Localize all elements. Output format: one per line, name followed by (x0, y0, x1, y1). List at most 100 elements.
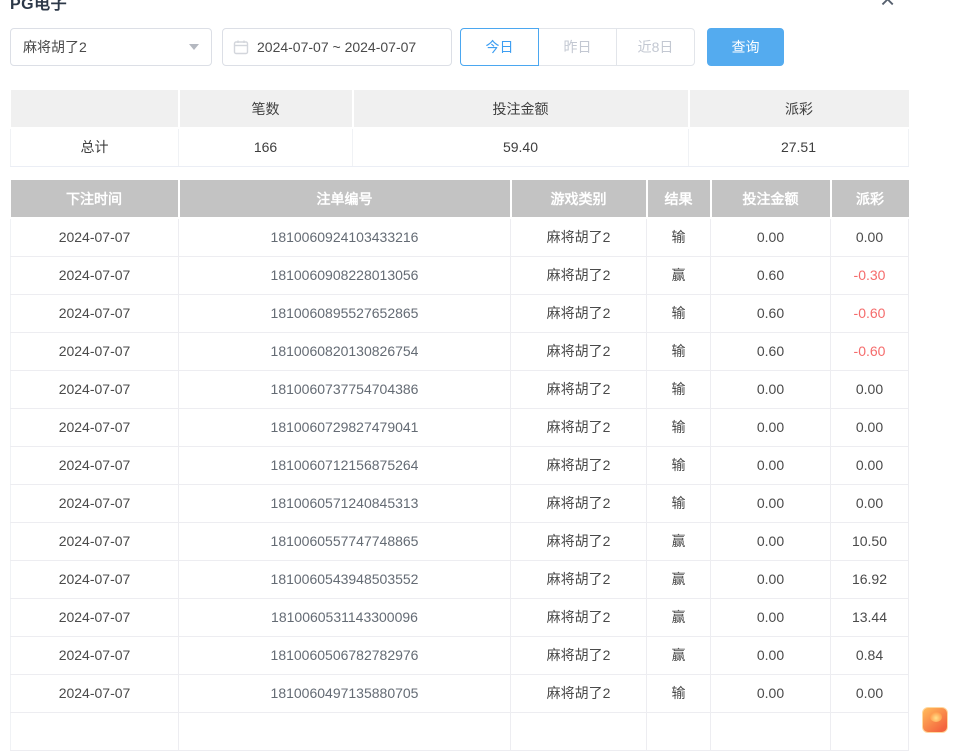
bet-time-cell: 2024-07-07 (11, 560, 179, 598)
bet-id-cell: 1810060820130826754 (179, 332, 511, 370)
table-row: 2024-07-07 1810060557747748865 麻将胡了2 赢 0… (11, 522, 909, 560)
today-button[interactable]: 今日 (460, 28, 539, 66)
records-table: 下注时间 注单编号 游戏类别 结果 投注金额 派彩 2024-07-07 181… (10, 180, 909, 751)
payout-cell: 0.00 (831, 446, 909, 484)
quick-date-button-group: 今日 昨日 近8日 (460, 28, 695, 66)
bet-amount-cell: 0.00 (711, 218, 831, 256)
game-type-cell: 麻将胡了2 (511, 408, 647, 446)
payout-cell: 0.00 (831, 218, 909, 256)
bet-amount-cell: 0.00 (711, 484, 831, 522)
bet-amount-cell: 0.00 (711, 522, 831, 560)
floating-service-button[interactable] (922, 707, 948, 733)
table-row: 2024-07-07 1810060531143300096 麻将胡了2 赢 0… (11, 598, 909, 636)
result-cell: 输 (647, 332, 711, 370)
bet-time-cell (11, 712, 179, 750)
result-cell: 输 (647, 674, 711, 712)
bet-id-cell: 1810060924103433216 (179, 218, 511, 256)
game-select[interactable]: 麻将胡了2 (10, 28, 212, 66)
table-row: 2024-07-07 1810060895527652865 麻将胡了2 输 0… (11, 294, 909, 332)
bet-amount-cell: 0.60 (711, 332, 831, 370)
bet-time-cell: 2024-07-07 (11, 370, 179, 408)
bet-time-cell: 2024-07-07 (11, 484, 179, 522)
bet-time-cell: 2024-07-07 (11, 218, 179, 256)
game-type-cell: 麻将胡了2 (511, 446, 647, 484)
bet-id-cell: 1810060506782782976 (179, 636, 511, 674)
bet-id-cell: 1810060729827479041 (179, 408, 511, 446)
result-cell: 输 (647, 370, 711, 408)
table-row: 2024-07-07 1810060712156875264 麻将胡了2 输 0… (11, 446, 909, 484)
bet-id-cell: 1810060543948503552 (179, 560, 511, 598)
bet-amount-cell: 0.00 (711, 370, 831, 408)
bet-time-cell: 2024-07-07 (11, 674, 179, 712)
bet-id-cell: 1810060895527652865 (179, 294, 511, 332)
records-header-bet-amount: 投注金额 (711, 180, 831, 218)
result-cell: 赢 (647, 598, 711, 636)
table-row: 2024-07-07 1810060506782782976 麻将胡了2 赢 0… (11, 636, 909, 674)
chevron-down-icon (189, 44, 199, 50)
bet-amount-cell: 0.00 (711, 408, 831, 446)
game-type-cell: 麻将胡了2 (511, 294, 647, 332)
table-row: 2024-07-07 1810060924103433216 麻将胡了2 输 0… (11, 218, 909, 256)
payout-cell: 10.50 (831, 522, 909, 560)
result-cell (647, 712, 711, 750)
payout-cell: -0.60 (831, 294, 909, 332)
summary-header-payout: 派彩 (689, 90, 909, 128)
bet-amount-cell: 0.00 (711, 598, 831, 636)
result-cell: 赢 (647, 256, 711, 294)
result-cell: 赢 (647, 522, 711, 560)
summary-total-bet-amount: 59.40 (353, 128, 689, 166)
yesterday-button[interactable]: 昨日 (538, 28, 617, 66)
records-tbody: 2024-07-07 1810060924103433216 麻将胡了2 输 0… (11, 218, 909, 750)
records-header-bet-id: 注单编号 (179, 180, 511, 218)
payout-cell: 0.00 (831, 484, 909, 522)
game-type-cell: 麻将胡了2 (511, 560, 647, 598)
query-button[interactable]: 查询 (707, 28, 784, 66)
bet-time-cell: 2024-07-07 (11, 294, 179, 332)
bet-amount-cell: 0.60 (711, 294, 831, 332)
table-row: 2024-07-07 1810060543948503552 麻将胡了2 赢 0… (11, 560, 909, 598)
game-type-cell: 麻将胡了2 (511, 484, 647, 522)
date-range-input[interactable]: 2024-07-07 ~ 2024-07-07 (222, 28, 452, 66)
close-icon[interactable]: × (880, 0, 895, 12)
summary-total-label: 总计 (11, 128, 179, 166)
result-cell: 赢 (647, 560, 711, 598)
table-row: 2024-07-07 1810060729827479041 麻将胡了2 输 0… (11, 408, 909, 446)
summary-header-row: 笔数 投注金额 派彩 (11, 90, 909, 128)
game-type-cell: 麻将胡了2 (511, 218, 647, 256)
game-type-cell: 麻将胡了2 (511, 598, 647, 636)
game-type-cell: 麻将胡了2 (511, 332, 647, 370)
game-type-cell: 麻将胡了2 (511, 674, 647, 712)
result-cell: 输 (647, 294, 711, 332)
bet-id-cell: 1810060571240845313 (179, 484, 511, 522)
summary-total-payout: 27.51 (689, 128, 909, 166)
table-row: 2024-07-07 1810060571240845313 麻将胡了2 输 0… (11, 484, 909, 522)
bet-time-cell: 2024-07-07 (11, 332, 179, 370)
payout-cell: 16.92 (831, 560, 909, 598)
game-type-cell: 麻将胡了2 (511, 522, 647, 560)
bet-time-cell: 2024-07-07 (11, 598, 179, 636)
payout-cell: 0.00 (831, 408, 909, 446)
bet-amount-cell: 0.00 (711, 560, 831, 598)
payout-cell (831, 712, 909, 750)
bet-amount-cell: 0.00 (711, 674, 831, 712)
date-range-value: 2024-07-07 ~ 2024-07-07 (257, 39, 416, 55)
table-row: 2024-07-07 1810060497135880705 麻将胡了2 输 0… (11, 674, 909, 712)
payout-cell: 0.00 (831, 674, 909, 712)
payout-cell: 0.00 (831, 370, 909, 408)
result-cell: 赢 (647, 636, 711, 674)
summary-total-row: 总计 166 59.40 27.51 (11, 128, 909, 166)
game-type-cell: 麻将胡了2 (511, 370, 647, 408)
bet-amount-cell: 0.00 (711, 636, 831, 674)
bet-id-cell: 1810060531143300096 (179, 598, 511, 636)
result-cell: 输 (647, 218, 711, 256)
result-cell: 输 (647, 408, 711, 446)
game-type-cell (511, 712, 647, 750)
bet-time-cell: 2024-07-07 (11, 522, 179, 560)
records-header-row: 下注时间 注单编号 游戏类别 结果 投注金额 派彩 (11, 180, 909, 218)
summary-header-count: 笔数 (179, 90, 353, 128)
bet-time-cell: 2024-07-07 (11, 636, 179, 674)
page-title: PG电子 (10, 0, 67, 14)
last-8-days-button[interactable]: 近8日 (616, 28, 695, 66)
summary-total-count: 166 (179, 128, 353, 166)
filter-bar: 麻将胡了2 2024-07-07 ~ 2024-07-07 今日 昨日 近8日 … (10, 28, 784, 66)
